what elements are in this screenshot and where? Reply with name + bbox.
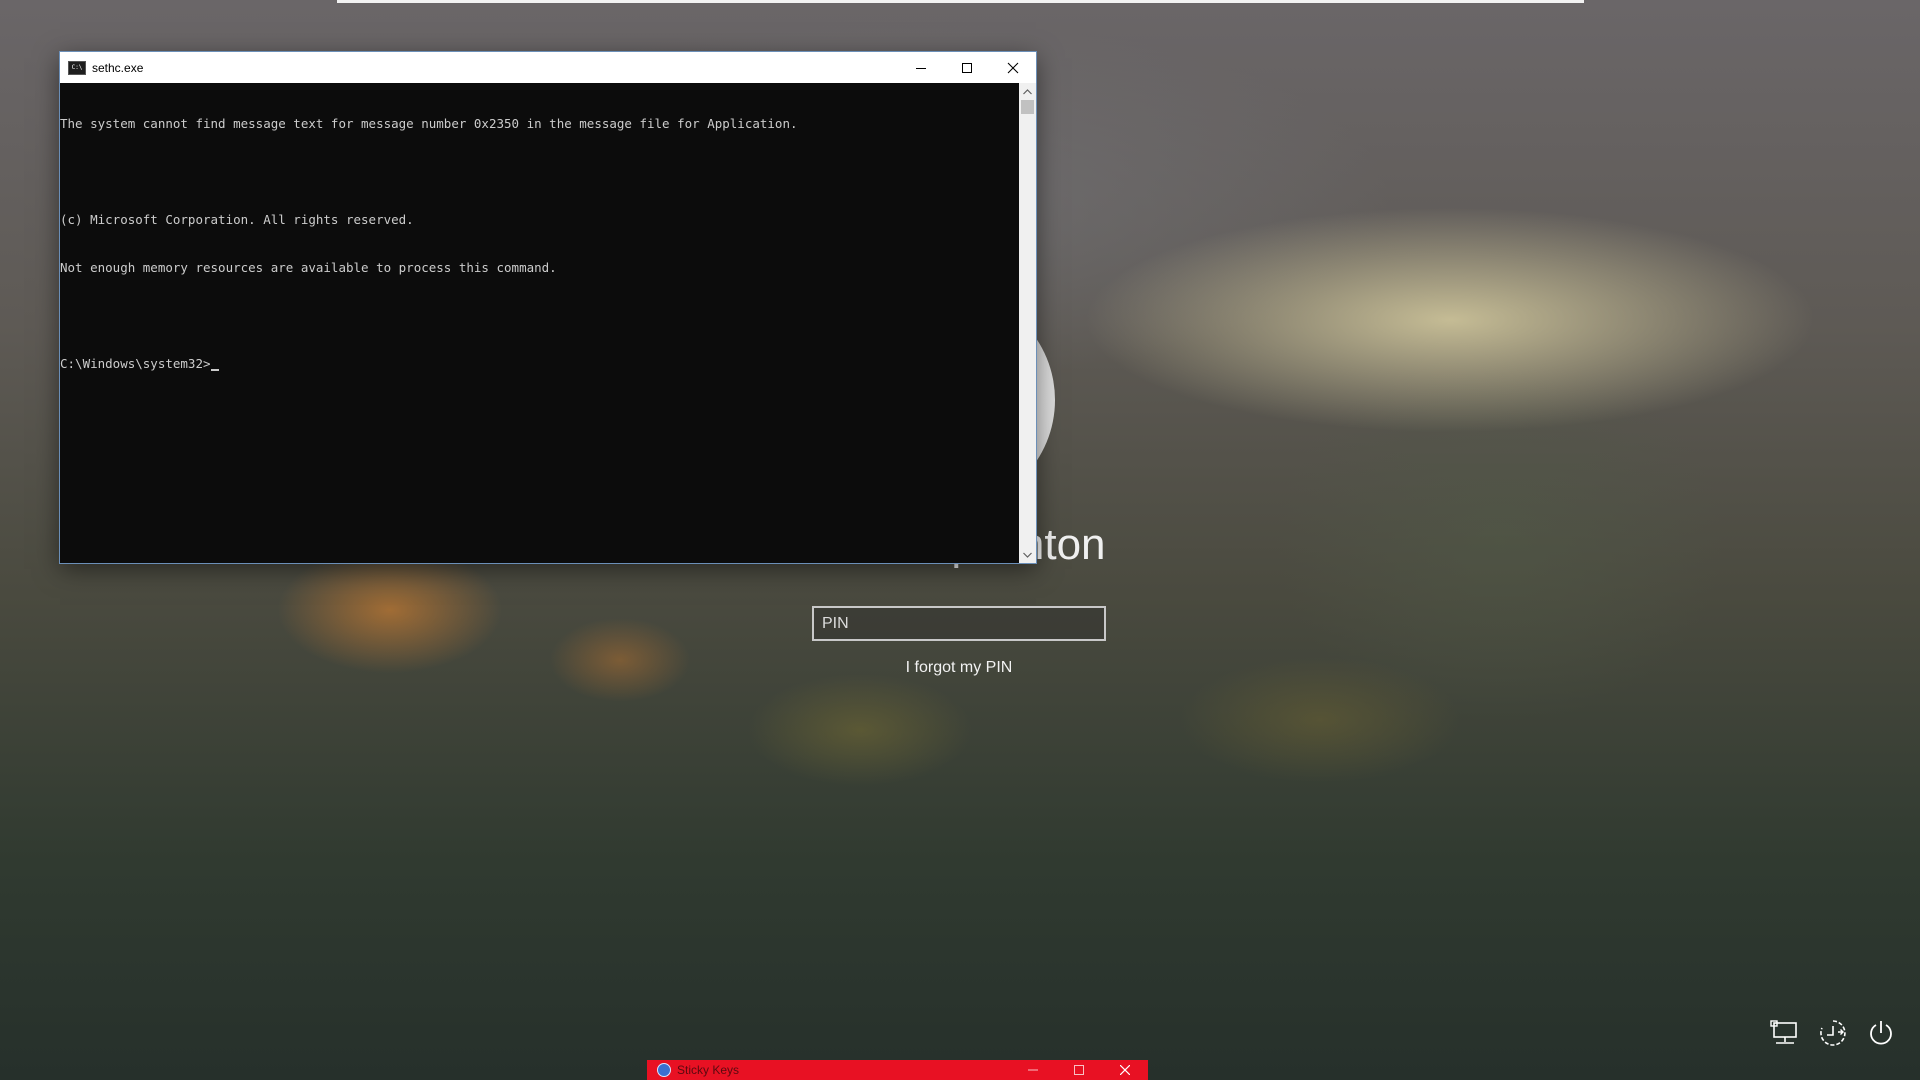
minimize-button[interactable]: [898, 52, 944, 83]
scroll-up-button[interactable]: [1019, 83, 1036, 100]
system-icons: [1770, 1018, 1896, 1048]
network-icon[interactable]: [1770, 1018, 1800, 1048]
sticky-minimize-button[interactable]: [1010, 1060, 1056, 1080]
minimize-icon: [916, 67, 926, 69]
close-icon: [1007, 62, 1019, 73]
sticky-maximize-button[interactable]: [1056, 1060, 1102, 1080]
vertical-scrollbar[interactable]: [1019, 83, 1036, 563]
cmd-window[interactable]: C:\ sethc.exe The system cannot find mes…: [60, 52, 1036, 563]
console-line: Not enough memory resources are availabl…: [60, 260, 557, 275]
maximize-icon: [962, 62, 972, 73]
ease-of-access-icon[interactable]: [1818, 1018, 1848, 1048]
window-title: sethc.exe: [92, 60, 144, 75]
chevron-up-icon: [1023, 88, 1032, 94]
minimize-icon: [1028, 1069, 1038, 1071]
sticky-close-button[interactable]: [1102, 1060, 1148, 1080]
maximize-button[interactable]: [944, 52, 990, 83]
top-edge-line: [337, 0, 1584, 3]
ease-of-access-icon: [657, 1063, 671, 1077]
console-prompt-line[interactable]: C:\Windows\system32>: [60, 356, 1019, 372]
close-button[interactable]: [990, 52, 1036, 83]
forgot-pin-link[interactable]: I forgot my PIN: [812, 659, 1106, 677]
cmd-icon: C:\: [68, 60, 86, 75]
sticky-window-controls: [1010, 1060, 1148, 1080]
close-icon: [1120, 1065, 1130, 1075]
pin-input[interactable]: [812, 606, 1106, 641]
window-controls: [898, 52, 1036, 83]
console-line: The system cannot find message text for …: [60, 116, 798, 131]
chevron-down-icon: [1023, 552, 1032, 558]
console-prompt: C:\Windows\system32>: [60, 356, 211, 371]
console-output[interactable]: The system cannot find message text for …: [60, 83, 1019, 563]
sticky-keys-window[interactable]: Sticky Keys: [647, 1060, 1148, 1080]
maximize-icon: [1074, 1065, 1084, 1075]
console-line: (c) Microsoft Corporation. All rights re…: [60, 212, 414, 227]
text-cursor: [210, 369, 219, 371]
scroll-thumb[interactable]: [1021, 100, 1034, 114]
sticky-keys-title: Sticky Keys: [677, 1063, 740, 1077]
power-icon[interactable]: [1866, 1018, 1896, 1048]
cmd-titlebar[interactable]: C:\ sethc.exe: [60, 52, 1036, 83]
scroll-down-button[interactable]: [1019, 546, 1036, 563]
